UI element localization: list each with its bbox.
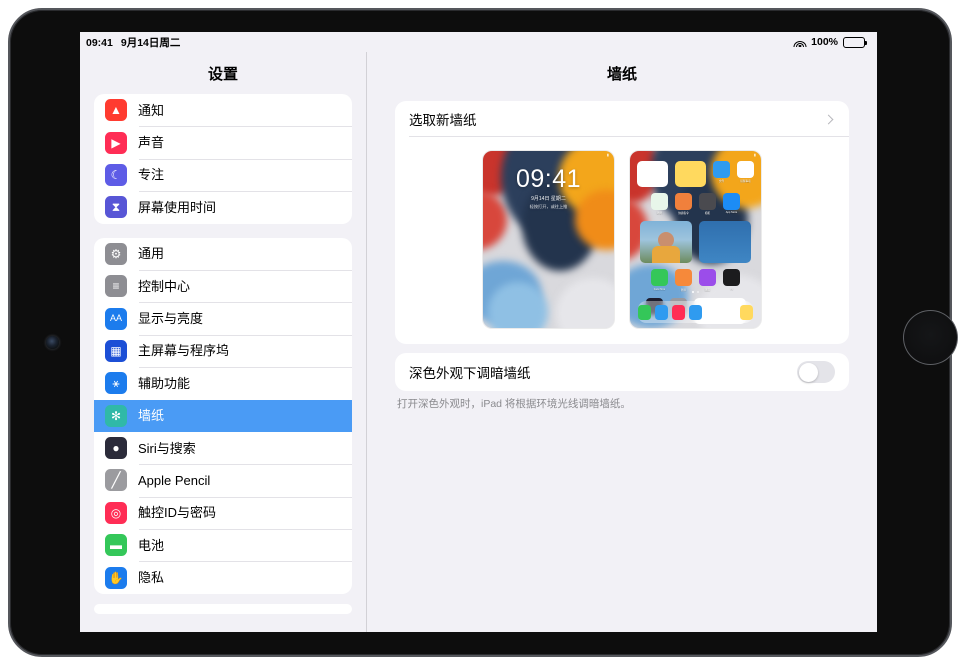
pencil-icon: ╱: [105, 469, 127, 492]
speaker-icon: ▶: [105, 131, 127, 154]
home-app-icon: 地图: [651, 193, 668, 215]
dock-icon: [655, 304, 668, 320]
home-screen-preview[interactable]: ▮ 文件 提醒事项 地图 快捷指令 相机 App Store FaceTime 图书 播客 TV i…: [630, 151, 761, 328]
home-app-icon: 提醒事项: [737, 161, 754, 187]
sidebar-item-主屏幕与程序坞[interactable]: ▦ 主屏幕与程序坞: [94, 334, 352, 367]
home-widget: [675, 161, 706, 187]
dark-appearance-row[interactable]: 深色外观下调暗墙纸: [395, 353, 849, 391]
page-indicator: [630, 280, 761, 298]
home-app-icon: 快捷指令: [675, 193, 692, 215]
moon-icon: ☾: [105, 163, 127, 186]
sidebar-item-label: 专注: [138, 167, 165, 183]
hourglass-icon: ⧗: [105, 196, 127, 219]
gear-icon: ⚙: [105, 242, 127, 265]
sidebar-item-label: 通知: [138, 102, 165, 118]
touchid-icon: ◎: [105, 501, 127, 524]
photos-widget: [640, 221, 692, 264]
wallpaper-card: 选取新墙纸 ▮ 09:41 9月14日 星期二 轻按打开，或往上推 ▮ 文件 提…: [395, 101, 849, 344]
ipad-device-frame: 09:41 9月14日周二 100% 设置 ▲ 通知 ▶ 声音 ☾ 专注 ⧗ 屏幕使用时间 ⚙ 通…: [8, 8, 958, 657]
sidebar-group-1: ▲ 通知 ▶ 声音 ☾ 专注 ⧗ 屏幕使用时间: [94, 94, 352, 224]
sidebar-item-label: 隐私: [138, 570, 165, 586]
status-time: 09:41: [86, 36, 113, 49]
sidebar-group-2: ⚙ 通用 ≡ 控制中心 AA 显示与亮度 ▦ 主屏幕与程序坞 ⚹ 辅助功能 ✻ 墙纸 ● Siri与搜索 ╱…: [94, 237, 352, 594]
sidebar-item-label: 墙纸: [138, 408, 165, 424]
dark-appearance-footnote: 打开深色外观时，iPad 将根据环境光线调暗墙纸。: [397, 398, 631, 410]
sidebar-item-label: 辅助功能: [138, 375, 191, 391]
toggle-knob: [798, 362, 818, 382]
home-app-icon: 文件: [713, 161, 730, 187]
sidebar-item-隐私[interactable]: ✋ 隐私: [94, 561, 352, 593]
page-title: 墙纸: [606, 65, 637, 83]
sidebar-item-声音[interactable]: ▶ 声音: [94, 126, 352, 158]
sidebar-title: 设置: [207, 65, 238, 83]
front-camera: [46, 336, 59, 349]
chevron-right-icon: [823, 114, 834, 124]
lock-screen-clock: 09:41 9月14日 星期二 轻按打开，或往上推: [515, 165, 582, 209]
sidebar-item-显示与亮度[interactable]: AA 显示与亮度: [94, 302, 352, 334]
dock-icon: [672, 304, 685, 320]
sidebar-item-控制中心[interactable]: ≡ 控制中心: [94, 269, 352, 302]
sidebar-item-电池[interactable]: ▬ 电池: [94, 529, 352, 561]
wifi-icon: [793, 37, 807, 47]
settings-sidebar[interactable]: 设置 ▲ 通知 ▶ 声音 ☾ 专注 ⧗ 屏幕使用时间 ⚙ 通用 ≡ 控制中心 AA 显示与亮度 ▦ 主屏幕与程…: [80, 52, 367, 632]
sidebar-item-墙纸[interactable]: ✻ 墙纸: [94, 399, 352, 432]
weather-widget: [699, 221, 751, 264]
battery-percent: 100%: [811, 36, 838, 48]
sidebar-item-label: 控制中心: [138, 278, 191, 294]
sidebar-item-label: 通用: [138, 246, 165, 262]
choose-new-wallpaper-label: 选取新墙纸: [409, 113, 477, 128]
hand-icon: ✋: [105, 566, 127, 589]
home-button[interactable]: [903, 310, 958, 365]
home-app-icon: 相机: [699, 193, 716, 215]
dock-icon: [689, 304, 702, 320]
dark-appearance-label: 深色外观下调暗墙纸: [409, 366, 531, 381]
choose-new-wallpaper-row[interactable]: 选取新墙纸: [395, 101, 849, 137]
wallpaper-previews: ▮ 09:41 9月14日 星期二 轻按打开，或往上推 ▮ 文件 提醒事项 地图…: [395, 137, 849, 344]
bell-icon: ▲: [105, 99, 127, 122]
dock-icon: [740, 304, 753, 320]
sliders-icon: ≡: [105, 275, 127, 298]
preview-status-bar: ▮: [754, 153, 756, 157]
ipad-screen: 09:41 9月14日周二 100% 设置 ▲ 通知 ▶ 声音 ☾ 专注 ⧗ 屏幕使用时间 ⚙ 通…: [80, 32, 877, 632]
sidebar-item-Siri与搜索[interactable]: ● Siri与搜索: [94, 432, 352, 464]
sidebar-item-label: 触控ID与密码: [138, 505, 217, 521]
aa-text-icon: AA: [105, 307, 127, 330]
dark-appearance-toggle[interactable]: [797, 361, 835, 383]
dark-appearance-card: 深色外观下调暗墙纸: [395, 353, 849, 391]
sidebar-item-label: 屏幕使用时间: [138, 199, 217, 215]
sidebar-item-屏幕使用时间[interactable]: ⧗ 屏幕使用时间: [94, 191, 352, 223]
sidebar-item-专注[interactable]: ☾ 专注: [94, 158, 352, 191]
home-screen-layout: 文件 提醒事项 地图 快捷指令 相机 App Store FaceTime 图书 播客 TV iTu…: [630, 151, 761, 328]
accessibility-icon: ⚹: [105, 372, 127, 395]
battery-icon: ▬: [105, 534, 127, 557]
home-widget: [637, 161, 668, 187]
sidebar-item-Apple Pencil[interactable]: ╱ Apple Pencil: [94, 464, 352, 496]
preview-status-bar: ▮: [607, 153, 609, 157]
siri-icon: ●: [105, 437, 127, 460]
wallpaper-icon: ✻: [105, 404, 127, 427]
sidebar-item-label: 显示与亮度: [138, 311, 204, 327]
home-app-icon: App Store: [723, 193, 740, 215]
split-view: 设置 ▲ 通知 ▶ 声音 ☾ 专注 ⧗ 屏幕使用时间 ⚙ 通用 ≡ 控制中心 AA 显示与亮度 ▦ 主屏幕与程…: [80, 52, 877, 632]
dock-icon: [638, 304, 651, 320]
sidebar-item-label: 主屏幕与程序坞: [138, 343, 230, 359]
sidebar-item-通知[interactable]: ▲ 通知: [94, 94, 352, 126]
sidebar-item-label: 声音: [138, 135, 165, 151]
sidebar-item-label: Siri与搜索: [138, 440, 196, 456]
sidebar-group-partial: [94, 603, 352, 614]
home-dock: [638, 301, 753, 323]
dock-icon: [723, 304, 736, 320]
sidebar-item-label: Apple Pencil: [138, 472, 211, 488]
sidebar-item-label: 电池: [138, 537, 165, 553]
status-date: 9月14日周二: [120, 36, 181, 49]
lock-screen-preview[interactable]: ▮ 09:41 9月14日 星期二 轻按打开，或往上推: [483, 151, 614, 328]
home-grid-icon: ▦: [105, 339, 127, 362]
battery-full-icon: [843, 36, 867, 48]
wallpaper-detail-pane: 墙纸 选取新墙纸 ▮ 09:41 9月14日 星期二 轻按打开，或往上推 ▮ 文…: [367, 52, 877, 632]
status-bar: 09:41 9月14日周二 100%: [80, 32, 877, 52]
sidebar-item-辅助功能[interactable]: ⚹ 辅助功能: [94, 367, 352, 399]
sidebar-item-触控ID与密码[interactable]: ◎ 触控ID与密码: [94, 496, 352, 529]
dock-icon: [706, 304, 719, 320]
sidebar-item-通用[interactable]: ⚙ 通用: [94, 238, 352, 270]
